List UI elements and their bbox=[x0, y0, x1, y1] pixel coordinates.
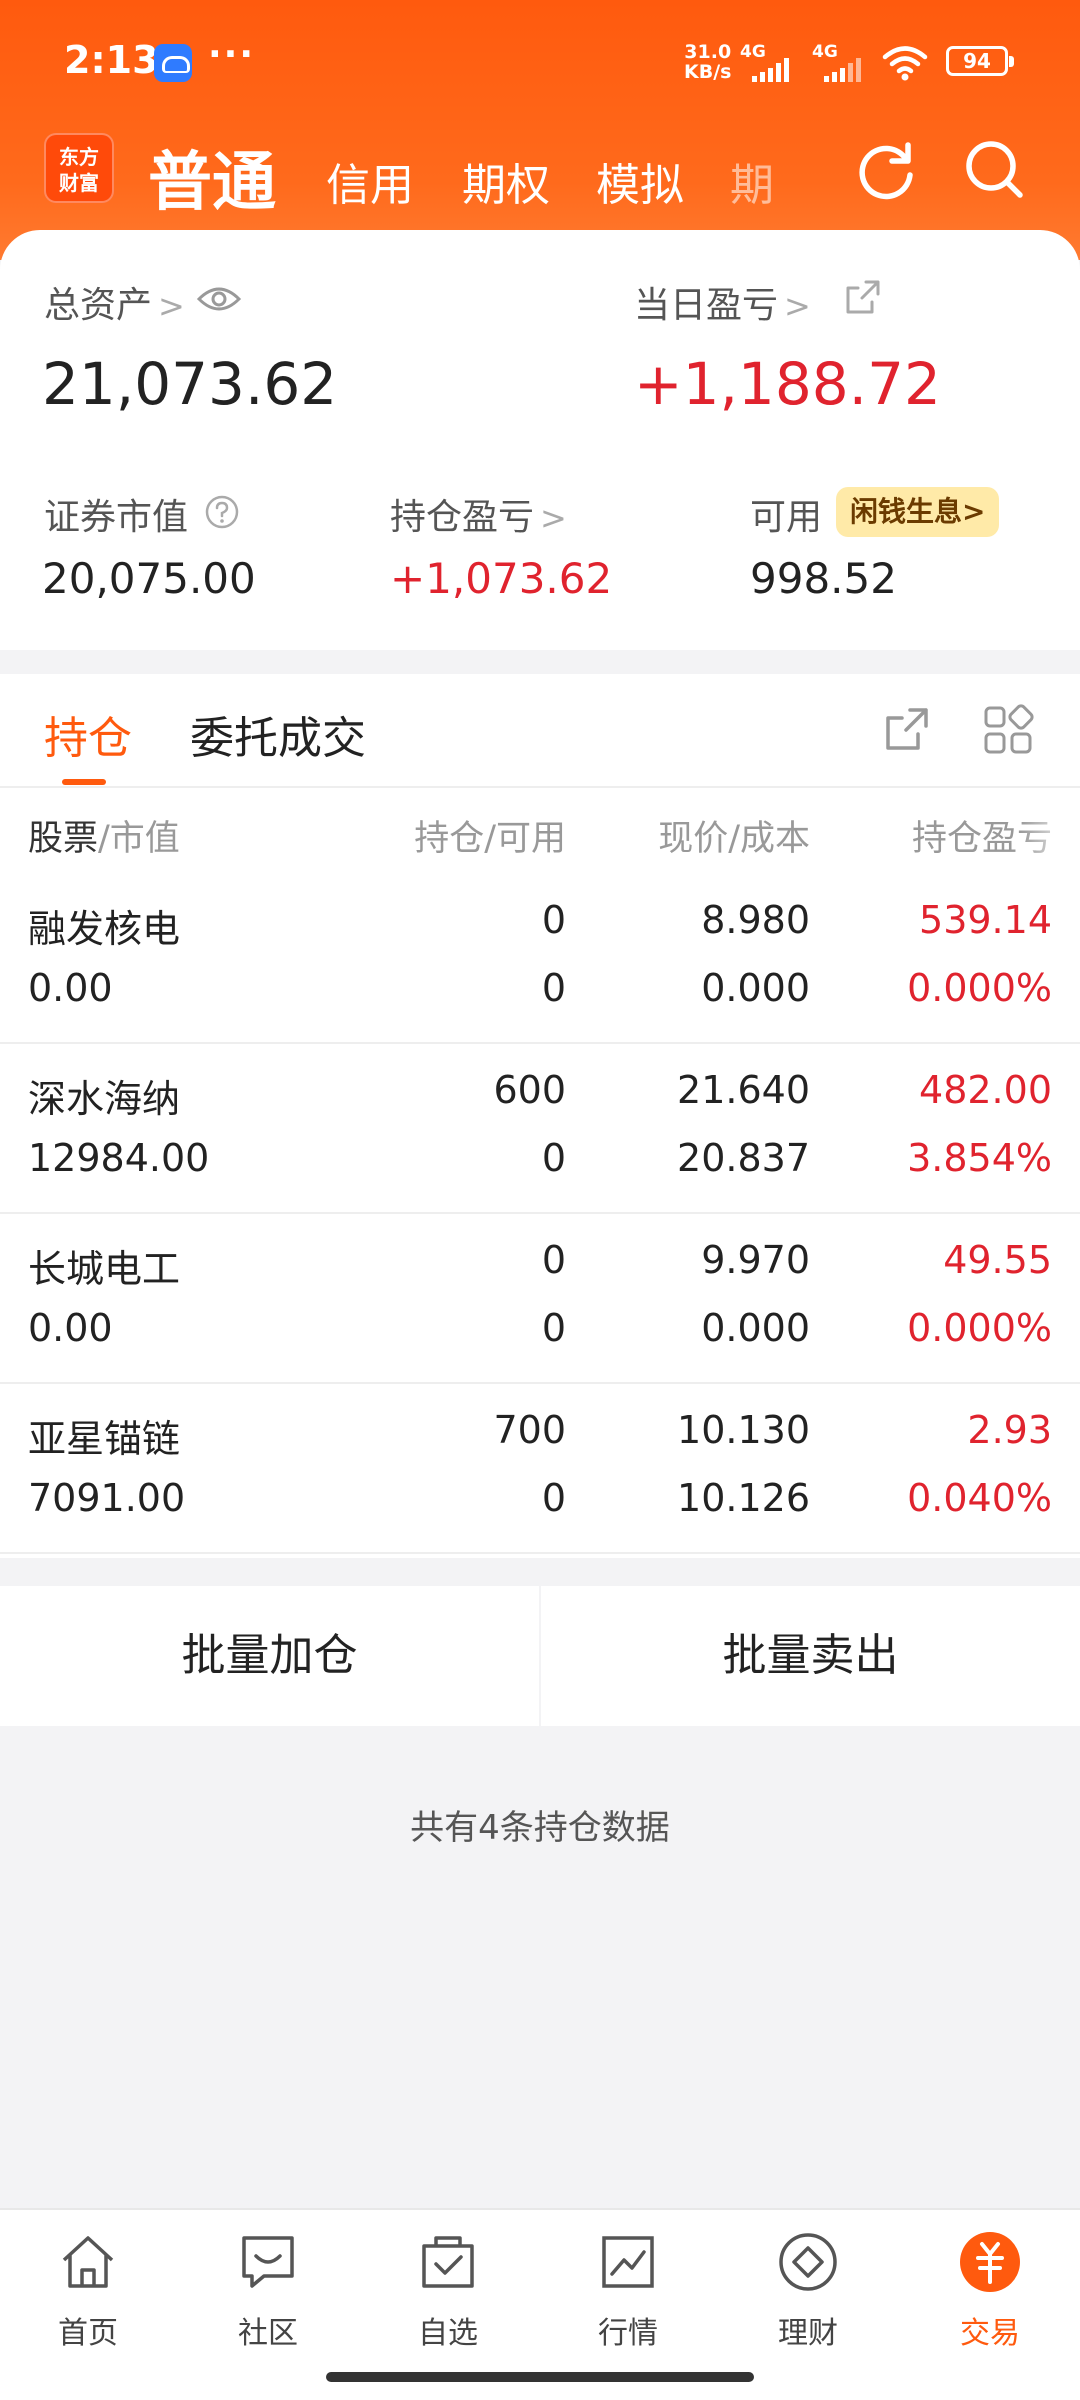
stock-market-value: 7091.00 bbox=[28, 1476, 186, 1520]
positions-count-summary: 共有4条持仓数据 bbox=[410, 1808, 670, 1848]
table-row[interactable]: 深水海纳 12984.00 600 0 21.640 20.837 482.00… bbox=[0, 1044, 1080, 1214]
network-speed: 31.0 KB/s bbox=[684, 41, 732, 83]
app-logo: 东方 财富 bbox=[44, 133, 114, 203]
status-time: 2:13 bbox=[64, 38, 159, 82]
position-pnl-pct: 0.000% bbox=[907, 966, 1052, 1010]
chevron-right-icon: > bbox=[158, 287, 185, 325]
nav-community[interactable]: 社区 bbox=[198, 2230, 338, 2352]
chart-icon bbox=[602, 2236, 654, 2288]
stock-market-value: 0.00 bbox=[28, 966, 113, 1010]
daily-pnl-value: +1,188.72 bbox=[634, 350, 941, 418]
position-pnl-label[interactable]: 持仓盈亏 > bbox=[390, 488, 567, 540]
app-header: 2:13 ··· 31.0 KB/s 4G 4G 94 东方 财富 普通 信用 … bbox=[0, 0, 1080, 260]
position-qty: 0 bbox=[541, 1238, 566, 1282]
idle-cash-promo-badge[interactable]: 闲钱生息> bbox=[836, 487, 1000, 537]
nav-watchlist[interactable]: 自选 bbox=[378, 2230, 518, 2352]
tab-futures[interactable]: 期 bbox=[730, 149, 774, 213]
stock-market-value: 0.00 bbox=[28, 1306, 113, 1350]
diamond-icon bbox=[779, 2233, 837, 2291]
chevron-right-icon: > bbox=[784, 287, 811, 325]
header-price-cost[interactable]: 现价/成本 bbox=[658, 810, 810, 861]
search-icon[interactable] bbox=[960, 135, 1030, 205]
tab-credit[interactable]: 信用 bbox=[326, 149, 414, 213]
position-pnl: 482.00 bbox=[919, 1068, 1052, 1112]
current-price: 21.640 bbox=[677, 1068, 810, 1112]
position-pnl-pct: 0.040% bbox=[907, 1476, 1052, 1520]
more-notifications-icon: ··· bbox=[208, 34, 256, 75]
available-qty: 0 bbox=[541, 1476, 566, 1520]
position-qty: 700 bbox=[493, 1408, 566, 1452]
position-pnl: 539.14 bbox=[919, 898, 1052, 942]
position-qty: 600 bbox=[493, 1068, 566, 1112]
cost-price: 10.126 bbox=[677, 1476, 810, 1520]
table-row[interactable]: 长城电工 0.00 0 0 9.970 0.000 49.55 0.000% bbox=[0, 1214, 1080, 1384]
nav-market[interactable]: 行情 bbox=[558, 2230, 698, 2352]
eye-icon[interactable] bbox=[196, 282, 242, 316]
help-icon[interactable] bbox=[204, 494, 240, 530]
current-price: 10.130 bbox=[677, 1408, 810, 1452]
home-icon bbox=[62, 2236, 114, 2288]
cost-price: 0.000 bbox=[701, 1306, 810, 1350]
total-assets-value: 21,073.62 bbox=[42, 350, 338, 418]
position-pnl-pct: 3.854% bbox=[907, 1136, 1052, 1180]
daily-pnl-label[interactable]: 当日盈亏 > bbox=[634, 276, 811, 328]
market-value-label: 证券市值 bbox=[44, 497, 189, 538]
tab-simulation[interactable]: 模拟 bbox=[596, 149, 684, 213]
batch-add-button[interactable]: 批量加仓 bbox=[0, 1586, 539, 1726]
market-value: 20,075.00 bbox=[42, 554, 256, 603]
notification-app-icon bbox=[154, 44, 192, 82]
total-assets-label[interactable]: 总资产 > bbox=[44, 276, 185, 328]
tab-holdings[interactable]: 持仓 bbox=[44, 702, 132, 766]
home-indicator[interactable] bbox=[326, 2372, 754, 2382]
header-stock-market-value[interactable]: 股票/市值 bbox=[28, 810, 180, 861]
cost-price: 20.837 bbox=[677, 1136, 810, 1180]
position-pnl: 2.93 bbox=[967, 1408, 1052, 1452]
wifi-icon bbox=[882, 46, 928, 81]
available-value: 998.52 bbox=[750, 554, 897, 603]
current-price: 8.980 bbox=[701, 898, 810, 942]
positions-panel: 持仓 委托成交 股票/市值 持仓/可用 现价/成本 持仓盈亏 融发核电 0.00… bbox=[0, 674, 1080, 1558]
account-type-nav: 东方 财富 普通 信用 期权 模拟 期 bbox=[0, 125, 1080, 220]
current-price: 9.970 bbox=[701, 1238, 810, 1282]
chat-icon bbox=[242, 2236, 294, 2288]
position-pnl: 49.55 bbox=[943, 1238, 1052, 1282]
available-qty: 0 bbox=[541, 966, 566, 1010]
trade-icon bbox=[960, 2232, 1020, 2292]
chevron-right-icon: > bbox=[540, 499, 567, 537]
battery-indicator: 94 bbox=[946, 46, 1014, 76]
nav-wealth[interactable]: 理财 bbox=[738, 2230, 878, 2352]
available-qty: 0 bbox=[541, 1306, 566, 1350]
nav-trade[interactable]: 交易 bbox=[920, 2230, 1060, 2352]
table-row[interactable]: 亚星锚链 7091.00 700 0 10.130 10.126 2.93 0.… bbox=[0, 1384, 1080, 1554]
tab-normal[interactable]: 普通 bbox=[148, 131, 276, 223]
available-qty: 0 bbox=[541, 1136, 566, 1180]
asset-summary-card: 总资产 > 21,073.62 当日盈亏 > +1,188.72 证券市值 20,0… bbox=[0, 230, 1080, 650]
position-qty: 0 bbox=[541, 898, 566, 942]
tab-divider bbox=[0, 786, 1080, 788]
export-icon[interactable] bbox=[882, 704, 932, 754]
available-label: 可用 bbox=[750, 497, 823, 538]
header-qty-available[interactable]: 持仓/可用 bbox=[414, 810, 566, 861]
tab-orders[interactable]: 委托成交 bbox=[190, 702, 366, 766]
stock-name: 长城电工 bbox=[28, 1247, 181, 1291]
status-bar: 2:13 ··· 31.0 KB/s 4G 4G 94 bbox=[0, 30, 1080, 100]
stock-name: 亚星锚链 bbox=[28, 1417, 181, 1461]
stock-name: 深水海纳 bbox=[28, 1077, 181, 1121]
stock-market-value: 12984.00 bbox=[28, 1136, 210, 1180]
stock-name: 融发核电 bbox=[28, 907, 181, 951]
refresh-icon[interactable] bbox=[852, 135, 922, 205]
active-tab-indicator bbox=[62, 779, 106, 785]
share-icon[interactable] bbox=[844, 278, 882, 316]
tab-options[interactable]: 期权 bbox=[462, 149, 550, 213]
cost-price: 0.000 bbox=[701, 966, 810, 1010]
grid-view-icon[interactable] bbox=[982, 704, 1034, 756]
position-pnl-value: +1,073.62 bbox=[390, 554, 613, 603]
batch-sell-button[interactable]: 批量卖出 bbox=[541, 1586, 1080, 1726]
nav-home[interactable]: 首页 bbox=[18, 2230, 158, 2352]
watchlist-icon bbox=[422, 2236, 474, 2288]
position-pnl-pct: 0.000% bbox=[907, 1306, 1052, 1350]
table-row[interactable]: 融发核电 0.00 0 0 8.980 0.000 539.14 0.000% bbox=[0, 874, 1080, 1044]
